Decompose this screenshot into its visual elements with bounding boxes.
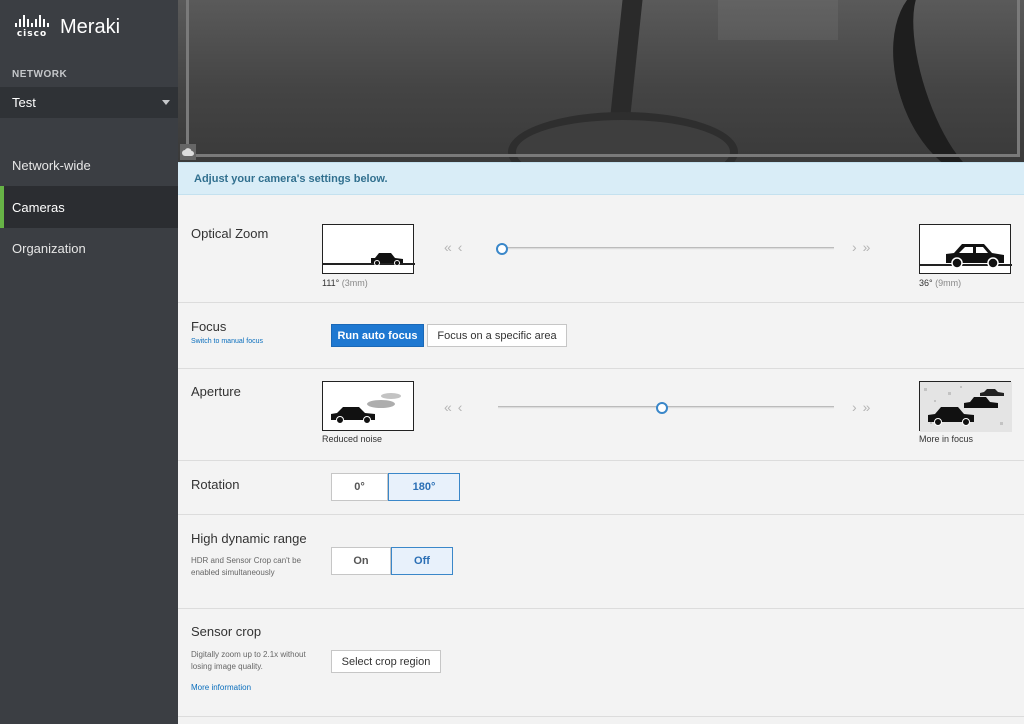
sensor-crop-note: Digitally zoom up to 2.1x without losing… xyxy=(191,650,306,671)
wide-angle-caption: 111° (3mm) xyxy=(322,278,368,288)
hdr-option-on[interactable]: On xyxy=(331,547,391,575)
optical-zoom-row: Optical Zoom 111° (3mm) «‹ ›» 36° (9mm) xyxy=(178,195,1024,303)
manual-focus-link[interactable]: Switch to manual focus xyxy=(191,336,263,348)
large-car-icon xyxy=(920,244,1012,269)
telephoto-value: 36° xyxy=(919,278,933,288)
network-selector-value: Test xyxy=(12,95,36,110)
sidebar-item-cameras[interactable]: Cameras xyxy=(0,186,178,228)
wide-angle-mm: (3mm) xyxy=(341,278,368,288)
more-information-link[interactable]: More information xyxy=(191,682,251,694)
sidebar: cisco Meraki NETWORK Test Network-wide C… xyxy=(0,0,178,724)
aperture-title: Aperture xyxy=(191,384,241,399)
focus-row: Focus Switch to manual focus Run auto fo… xyxy=(178,303,1024,369)
small-car-icon xyxy=(323,253,415,266)
sidebar-item-network-wide[interactable]: Network-wide xyxy=(0,144,178,186)
aperture-decrease-arrows[interactable]: «‹ xyxy=(444,399,468,415)
more-in-focus-thumbnail xyxy=(919,381,1012,432)
sensor-crop-title: Sensor crop xyxy=(191,624,262,639)
network-label: NETWORK xyxy=(12,69,68,80)
double-chevron-right-icon[interactable]: » xyxy=(863,239,877,255)
rotation-option-180[interactable]: 180° xyxy=(388,473,460,501)
hdr-option-off[interactable]: Off xyxy=(391,547,453,575)
zoom-out-arrows[interactable]: «‹ xyxy=(444,239,468,255)
rotation-toggle: 0° 180° xyxy=(331,473,460,501)
telephoto-caption: 36° (9mm) xyxy=(919,278,961,288)
camera-preview[interactable] xyxy=(178,0,1024,162)
blurred-car-icon xyxy=(331,393,401,424)
optical-zoom-title: Optical Zoom xyxy=(191,226,269,241)
zoom-slider-handle[interactable] xyxy=(496,243,508,255)
chevron-left-icon[interactable]: ‹ xyxy=(458,239,469,255)
cisco-wordmark: cisco xyxy=(16,29,48,39)
cloud-icon[interactable] xyxy=(180,144,196,160)
chevron-left-icon[interactable]: ‹ xyxy=(458,399,469,415)
rotation-option-0[interactable]: 0° xyxy=(331,473,388,501)
camera-settings: Optical Zoom 111° (3mm) «‹ ›» 36° (9mm) … xyxy=(178,195,1024,724)
double-chevron-left-icon[interactable]: « xyxy=(444,239,458,255)
telephoto-thumbnail xyxy=(919,224,1012,274)
sidebar-item-label: Network-wide xyxy=(12,157,91,173)
run-auto-focus-button[interactable]: Run auto focus xyxy=(331,324,424,347)
chevron-down-icon xyxy=(162,100,170,105)
wide-angle-thumbnail xyxy=(322,224,415,274)
sidebar-item-label: Organization xyxy=(12,240,86,256)
chevron-right-icon[interactable]: › xyxy=(852,239,863,255)
hdr-toggle: On Off xyxy=(331,547,453,575)
sharp-cars-icon xyxy=(920,382,1012,432)
aperture-increase-arrows[interactable]: ›» xyxy=(852,399,876,415)
rotation-row: Rotation 0° 180° xyxy=(178,461,1024,515)
brand-logo[interactable]: cisco Meraki xyxy=(12,12,120,42)
reduced-noise-caption: Reduced noise xyxy=(322,434,383,444)
zoom-in-arrows[interactable]: ›» xyxy=(852,239,876,255)
aperture-row: Aperture Reduced noise «‹ ›» More in foc… xyxy=(178,369,1024,461)
zoom-slider-track[interactable] xyxy=(498,247,834,250)
sidebar-item-label: Cameras xyxy=(12,199,65,215)
wide-angle-value: 111° xyxy=(322,278,340,288)
chevron-right-icon[interactable]: › xyxy=(852,399,863,415)
cisco-logo: cisco xyxy=(12,15,52,39)
telephoto-mm: (9mm) xyxy=(935,278,962,288)
hdr-note: HDR and Sensor Crop can't be enabled sim… xyxy=(191,556,302,577)
more-in-focus-caption: More in focus xyxy=(919,434,974,444)
meraki-wordmark: Meraki xyxy=(60,15,121,38)
sidebar-item-organization[interactable]: Organization xyxy=(0,227,178,269)
rotation-title: Rotation xyxy=(191,477,240,492)
sensor-crop-row: Sensor crop Digitally zoom up to 2.1x wi… xyxy=(178,609,1024,717)
cisco-bars-icon xyxy=(15,15,49,27)
reduced-noise-thumbnail xyxy=(322,381,414,431)
focus-title: Focus xyxy=(191,319,227,334)
focus-area-button[interactable]: Focus on a specific area xyxy=(427,324,567,347)
hdr-title: High dynamic range xyxy=(191,531,307,546)
hdr-row: High dynamic range HDR and Sensor Crop c… xyxy=(178,515,1024,609)
preview-frame xyxy=(186,0,1020,157)
info-banner: Adjust your camera's settings below. xyxy=(178,162,1024,195)
select-crop-region-button[interactable]: Select crop region xyxy=(331,650,441,673)
aperture-slider-handle[interactable] xyxy=(656,402,668,414)
double-chevron-left-icon[interactable]: « xyxy=(444,399,458,415)
double-chevron-right-icon[interactable]: » xyxy=(863,399,877,415)
network-selector[interactable]: Test xyxy=(0,87,178,118)
